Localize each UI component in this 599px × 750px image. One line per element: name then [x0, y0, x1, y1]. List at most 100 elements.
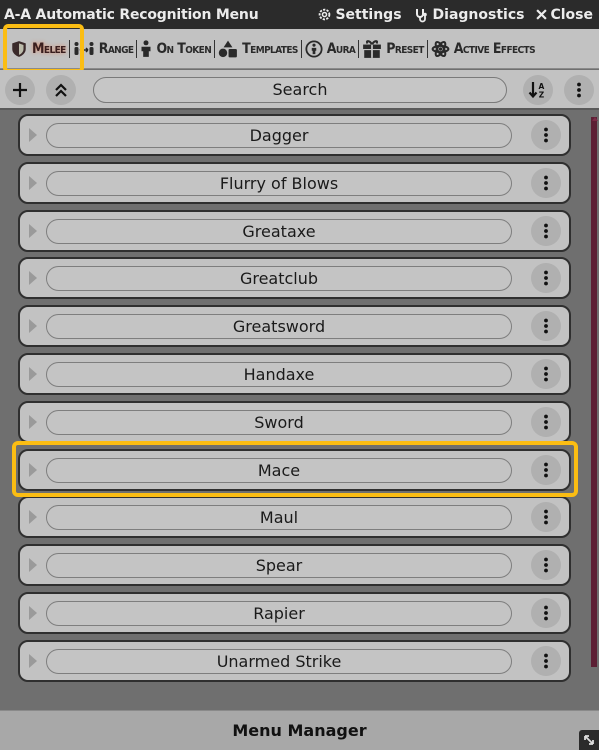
close-icon [536, 9, 548, 20]
kebab-icon [577, 82, 581, 98]
list-item[interactable]: Spear [18, 544, 571, 587]
stethoscope-icon [415, 8, 427, 22]
kebab-icon [544, 462, 548, 477]
item-name-field[interactable]: Greataxe [46, 218, 512, 244]
kebab-icon [544, 509, 548, 525]
shapes-icon [218, 40, 238, 57]
item-name-field[interactable]: Maul [46, 505, 512, 531]
scroll-up-arrow[interactable] [592, 117, 598, 121]
tab-separator [214, 39, 216, 58]
gift-icon [363, 39, 382, 58]
item-name-field[interactable]: Sword [46, 409, 512, 435]
item-name-field[interactable]: Rapier [46, 601, 512, 626]
footer-menu-manager: Menu Manager [0, 710, 599, 750]
close-button[interactable]: Close [536, 7, 593, 23]
list-item[interactable]: Dagger [18, 114, 571, 156]
item-name-field[interactable]: Dagger [46, 123, 512, 148]
aura-icon [305, 39, 323, 58]
list-item[interactable]: Sword [18, 400, 571, 443]
tab-separator [300, 39, 302, 58]
list-item[interactable]: Rapier [18, 592, 571, 634]
add-button[interactable] [5, 75, 35, 105]
tab-melee[interactable]: Melee [10, 29, 66, 68]
item-menu-button[interactable] [531, 215, 561, 246]
item-menu-button[interactable] [531, 311, 561, 342]
tab-range[interactable]: Range [73, 29, 134, 68]
resize-icon [584, 735, 594, 745]
expand-caret-icon[interactable] [29, 128, 37, 142]
item-menu-button[interactable] [531, 502, 561, 533]
expand-caret-icon[interactable] [29, 606, 37, 620]
sort-alpha-icon: AZ [528, 82, 545, 100]
settings-button[interactable]: Settings [317, 6, 402, 23]
diagnostics-label: Diagnostics [432, 6, 525, 23]
diagnostics-button[interactable]: Diagnostics [414, 6, 525, 23]
item-name-field[interactable]: Handaxe [46, 362, 512, 387]
atom-icon [431, 40, 450, 57]
search-input[interactable]: Search [93, 77, 507, 103]
expand-caret-icon[interactable] [29, 558, 37, 573]
expand-caret-icon[interactable] [29, 367, 37, 381]
kebab-icon [544, 414, 548, 430]
svg-text:Z: Z [539, 91, 545, 100]
settings-label: Settings [335, 6, 402, 23]
item-name-field[interactable]: Spear [46, 553, 512, 579]
item-menu-button[interactable] [531, 167, 561, 198]
sort-button[interactable]: AZ [523, 75, 553, 105]
expand-caret-icon[interactable] [29, 271, 37, 286]
item-name-field[interactable]: Greatclub [46, 266, 512, 292]
kebab-icon [544, 653, 548, 669]
item-menu-button[interactable] [531, 550, 561, 581]
tab-preset[interactable]: Preset [362, 29, 424, 68]
item-name-field[interactable]: Mace [46, 457, 512, 483]
list-item[interactable]: Greatsword [18, 305, 571, 348]
tab-templates[interactable]: Templates [218, 29, 298, 68]
item-list[interactable]: Dagger Flurry of Blows Greataxe Greatclub Gr… [0, 110, 599, 710]
resize-handle[interactable] [579, 730, 599, 750]
scrollbar[interactable] [591, 117, 597, 667]
list-item[interactable]: Greataxe [18, 209, 571, 252]
item-menu-button[interactable] [531, 406, 561, 437]
list-item[interactable]: Maul [18, 496, 571, 539]
expand-caret-icon[interactable] [29, 510, 37, 525]
expand-caret-icon[interactable] [29, 223, 37, 238]
tab-aura[interactable]: Aura [305, 29, 356, 68]
expand-caret-icon[interactable] [29, 414, 37, 429]
tab-active-effects[interactable]: Active Effects [431, 29, 536, 68]
tab-on-token[interactable]: On Token [140, 29, 212, 68]
expand-caret-icon[interactable] [29, 653, 37, 668]
kebab-icon [544, 366, 548, 382]
item-menu-button[interactable] [531, 454, 561, 485]
expand-caret-icon[interactable] [29, 319, 37, 334]
item-name-field[interactable]: Greatsword [46, 314, 512, 340]
item-menu-button[interactable] [531, 120, 561, 150]
item-name-field[interactable]: Unarmed Strike [46, 648, 512, 674]
item-menu-button[interactable] [531, 359, 561, 389]
close-label: Close [550, 6, 593, 23]
window-titlebar[interactable]: A-A Automatic Recognition Menu Settings … [0, 0, 599, 29]
item-menu-button[interactable] [531, 598, 561, 628]
item-name-field[interactable]: Flurry of Blows [46, 170, 512, 196]
tab-separator [426, 39, 428, 58]
kebab-icon [544, 318, 548, 334]
list-item[interactable]: Mace [18, 448, 571, 491]
tab-separator [136, 39, 138, 58]
list-item[interactable]: Flurry of Blows [18, 161, 571, 204]
list-item[interactable]: Handaxe [18, 353, 571, 395]
shield-icon [12, 40, 26, 57]
item-menu-button[interactable] [531, 263, 561, 294]
expand-caret-icon[interactable] [29, 462, 37, 477]
tab-separator [68, 39, 70, 58]
list-item[interactable]: Unarmed Strike [18, 639, 571, 682]
kebab-icon [544, 270, 548, 286]
tab-bar: Melee Range On Token Templates Aura Pres… [0, 29, 599, 69]
window-title: A-A Automatic Recognition Menu [4, 6, 259, 23]
expand-caret-icon[interactable] [29, 175, 37, 190]
collapse-all-button[interactable] [46, 75, 76, 105]
list-item[interactable]: Greatclub [18, 257, 571, 300]
double-chevron-up-icon [55, 83, 67, 97]
tab-separator [358, 39, 360, 58]
item-menu-button[interactable] [531, 645, 561, 676]
kebab-icon [544, 605, 548, 621]
toolbar-menu-button[interactable] [564, 75, 594, 105]
